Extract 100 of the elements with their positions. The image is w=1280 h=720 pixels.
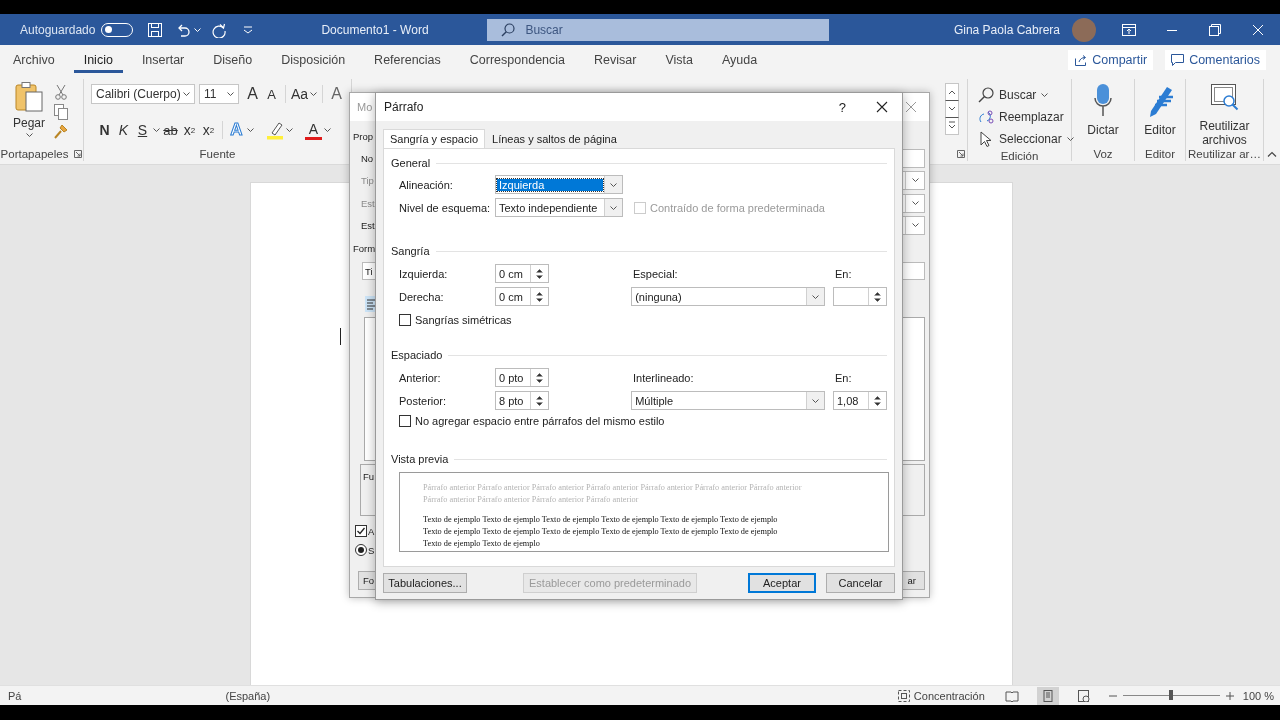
caret-icon xyxy=(25,133,33,137)
highlighter-icon[interactable] xyxy=(266,120,284,140)
section-heading: Vista previa xyxy=(391,453,449,465)
reuse-files-button[interactable]: Reutilizar archivos xyxy=(1186,79,1263,147)
menu-tab[interactable]: Vista xyxy=(655,47,703,73)
dropdown[interactable]: Múltiple xyxy=(631,391,826,410)
spin-field[interactable]: 0 cm xyxy=(495,287,549,306)
menu-tab[interactable]: Diseño xyxy=(203,47,263,73)
zoom-in-icon[interactable] xyxy=(1225,691,1234,700)
italic-button[interactable]: K xyxy=(115,119,132,141)
checkbox-label: Sangrías simétricas xyxy=(415,313,512,326)
checkbox[interactable] xyxy=(399,415,411,427)
grow-font-button[interactable]: A xyxy=(244,83,261,105)
save-icon[interactable] xyxy=(147,21,164,38)
focus-button[interactable]: Concentración xyxy=(913,689,985,702)
superscript-button[interactable]: x$^{2}$ xyxy=(200,119,217,141)
menu-tab[interactable]: Referencias xyxy=(364,47,451,73)
underline-button[interactable]: S xyxy=(134,119,151,141)
change-case-button[interactable]: Aa xyxy=(291,83,309,105)
caret-icon[interactable] xyxy=(194,27,202,32)
group-label: Edición xyxy=(1000,150,1039,162)
field-label: Interlineado: xyxy=(633,371,695,384)
checkbox[interactable] xyxy=(399,313,411,326)
caret-icon xyxy=(610,182,617,187)
dropdown[interactable]: Texto independiente xyxy=(495,198,623,217)
radio-button[interactable] xyxy=(355,544,367,556)
paste-button[interactable]: Pegar xyxy=(8,79,50,146)
help-button[interactable]: ? xyxy=(838,99,846,115)
caret-icon xyxy=(247,128,254,132)
menu-tab[interactable]: Revisar xyxy=(584,47,647,73)
comment-icon xyxy=(1171,54,1185,66)
spin-field[interactable]: 1,08 xyxy=(833,391,887,410)
zoom-slider-thumb[interactable] xyxy=(1169,690,1174,700)
search-field[interactable]: Buscar xyxy=(487,18,830,41)
copy-icon[interactable] xyxy=(54,104,68,120)
checkbox-label: No agregar espacio entre párrafos del mismo estilo xyxy=(415,415,665,427)
font-name-field[interactable]: Calibri (Cuerpo) xyxy=(91,84,195,104)
field-label: Tip xyxy=(361,174,374,186)
spin-field[interactable] xyxy=(833,287,887,306)
spin-arrows-icon xyxy=(535,266,544,281)
section-heading: Espaciado xyxy=(391,349,443,361)
menu-tab[interactable]: Insertar xyxy=(131,47,195,73)
field-label: Form xyxy=(353,242,376,254)
clear-format-button[interactable]: A xyxy=(328,83,346,105)
caret-icon xyxy=(1041,93,1049,97)
menu-tab[interactable]: Archivo xyxy=(3,47,65,73)
bold-button[interactable]: N xyxy=(96,119,113,141)
spin-field[interactable]: 0 pto xyxy=(495,368,549,387)
restore-icon[interactable] xyxy=(1209,23,1221,36)
dropdown[interactable]: Izquierda xyxy=(495,175,623,194)
spin-field[interactable]: 8 pto xyxy=(495,391,549,410)
text-cursor xyxy=(340,328,341,345)
view-button[interactable] xyxy=(1036,686,1059,705)
redo-icon[interactable] xyxy=(211,21,228,38)
field-label: Est xyxy=(361,219,375,231)
field-label: Est xyxy=(361,197,375,209)
view-icon xyxy=(1076,689,1091,702)
caret-icon xyxy=(227,92,234,96)
comments-button[interactable]: Comentarios xyxy=(1165,50,1266,70)
cut-icon[interactable] xyxy=(54,84,68,100)
dictate-button[interactable]: Dictar xyxy=(1072,79,1134,146)
view-icon xyxy=(1004,689,1019,702)
menu-tab[interactable]: Correspondencia xyxy=(459,47,575,73)
caret-icon xyxy=(310,92,318,96)
group-label: Editor xyxy=(1144,147,1175,160)
shrink-font-button[interactable]: A xyxy=(263,83,280,105)
gallery-scroll-icon[interactable] xyxy=(945,83,959,135)
editing-button[interactable]: Reemplazar xyxy=(978,106,1074,128)
radio-label: S xyxy=(368,544,375,556)
checkbox[interactable] xyxy=(355,525,367,537)
dialog-launcher-icon[interactable] xyxy=(74,149,83,158)
collapse-ribbon-icon[interactable] xyxy=(1267,151,1277,157)
dialog-button[interactable]: Cancelar xyxy=(826,573,895,593)
menu-tab[interactable]: Ayuda xyxy=(711,47,768,73)
editing-button[interactable]: Buscar xyxy=(978,84,1074,106)
dropdown[interactable]: (ninguna) xyxy=(631,287,826,306)
customize-icon[interactable] xyxy=(243,24,254,35)
focus-icon[interactable] xyxy=(897,689,910,702)
dialog-button[interactable]: Aceptar xyxy=(748,573,816,593)
editing-button[interactable]: Seleccionar xyxy=(978,128,1074,150)
spin-field[interactable]: 0 cm xyxy=(495,264,549,283)
font-color-button[interactable]: A xyxy=(305,120,322,140)
close-icon[interactable] xyxy=(876,101,888,113)
format-painter-icon[interactable] xyxy=(54,124,68,140)
menu-tab[interactable]: Disposición xyxy=(271,47,356,73)
share-button[interactable]: Compartir xyxy=(1068,50,1154,70)
dialog-tab[interactable]: Sangría y espacio xyxy=(383,129,486,148)
editor-button[interactable]: Editor xyxy=(1135,79,1185,146)
strikethrough-button[interactable]: ab xyxy=(162,119,179,141)
menu-tab[interactable]: Inicio xyxy=(73,47,123,73)
field-label: En: xyxy=(835,267,853,280)
search-icon xyxy=(501,22,516,37)
field-label: Especial: xyxy=(633,267,679,280)
dialog-button[interactable]: Tabulaciones... xyxy=(383,573,467,593)
font-size-field[interactable]: 11 xyxy=(199,84,239,104)
caret-icon xyxy=(286,128,293,132)
status-text: (España) xyxy=(225,689,271,702)
section-heading: Sangría xyxy=(391,245,430,257)
dialog-launcher-icon[interactable] xyxy=(957,149,965,158)
ribbon-display-icon[interactable] xyxy=(1122,23,1136,36)
